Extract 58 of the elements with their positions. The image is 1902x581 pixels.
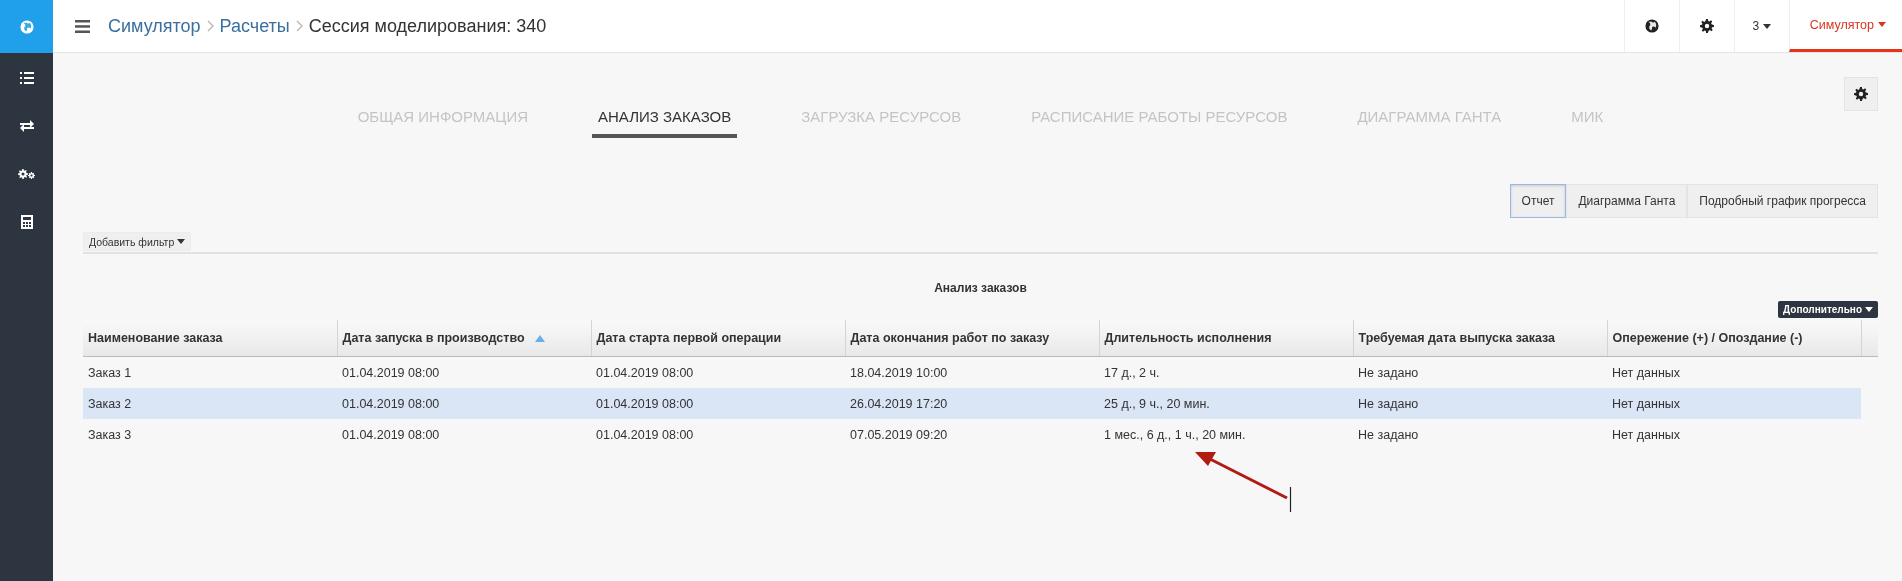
caret-icon xyxy=(1878,22,1886,27)
chevron-icon xyxy=(206,20,214,32)
table-cell: Не задано xyxy=(1353,388,1607,419)
caret-icon xyxy=(1865,307,1873,312)
table-cell: Заказ 1 xyxy=(83,356,337,388)
view-toggle-button[interactable]: Отчет xyxy=(1509,184,1567,218)
page-title: Сессия моделирования: 340 xyxy=(308,15,547,37)
table-cell: Нет данных xyxy=(1607,356,1861,388)
table-cell: 01.04.2019 08:00 xyxy=(591,388,845,419)
column-header[interactable]: Дата запуска в производство xyxy=(337,320,591,357)
caret-icon xyxy=(1763,23,1772,29)
table-cell: 01.04.2019 08:00 xyxy=(591,419,845,450)
report-title: Анализ заказов xyxy=(933,281,1028,295)
gear-icon[interactable] xyxy=(28,172,35,179)
table-cell: 07.05.2019 09:20 xyxy=(845,419,1099,450)
menu-icon[interactable] xyxy=(75,19,90,33)
counter-dropdown[interactable]: 3 xyxy=(1733,0,1789,52)
view-toggle-button[interactable]: Диаграмма Ганта xyxy=(1566,184,1688,218)
view-toggle-button[interactable]: Подробный график прогресса xyxy=(1687,184,1878,218)
table-cell: Нет данных xyxy=(1607,388,1861,419)
more-dropdown[interactable]: Дополнительно xyxy=(1778,301,1878,318)
calculator-icon[interactable] xyxy=(20,215,33,229)
table-cell: Нет данных xyxy=(1607,419,1861,450)
tab[interactable]: АНАЛИЗ ЗАКАЗОВ xyxy=(592,107,738,138)
table-cell: 01.04.2019 08:00 xyxy=(337,419,591,450)
gears-icon[interactable] xyxy=(18,169,35,179)
settings-button[interactable] xyxy=(1844,77,1878,111)
table-cell: Заказ 2 xyxy=(83,388,337,419)
column-header[interactable]: Наименование заказа xyxy=(83,320,337,357)
table-cell: 17 д., 2 ч. xyxy=(1099,356,1353,388)
table-cell: Не задано xyxy=(1353,356,1607,388)
column-header[interactable]: Опережение (+) / Опоздание (-) xyxy=(1607,320,1861,357)
table-cell: 01.04.2019 08:00 xyxy=(591,356,845,388)
table-cell: 01.04.2019 08:00 xyxy=(337,356,591,388)
table-cell: 26.04.2019 17:20 xyxy=(845,388,1099,419)
table-cell: 25 д., 9 ч., 20 мин. xyxy=(1099,388,1353,419)
settings-icon[interactable] xyxy=(1699,19,1714,33)
globe-icon[interactable] xyxy=(1644,19,1659,33)
breadcrumb-link[interactable]: Расчеты xyxy=(219,15,290,37)
settings-icon[interactable] xyxy=(1854,87,1868,101)
text-cursor xyxy=(1289,486,1292,513)
list-icon[interactable] xyxy=(19,72,34,84)
user-menu[interactable]: Симулятор xyxy=(1788,0,1902,52)
column-header[interactable]: Дата окончания работ по заказу xyxy=(845,320,1099,357)
column-header[interactable]: Длительность исполнения xyxy=(1099,320,1353,357)
table-cell: Заказ 3 xyxy=(83,419,337,450)
add-filter-button[interactable]: Добавить фильтр xyxy=(83,232,192,251)
table-cell: Не задано xyxy=(1353,419,1607,450)
gear-icon[interactable] xyxy=(18,169,28,179)
table-cell: 18.04.2019 10:00 xyxy=(845,356,1099,388)
breadcrumb-link[interactable]: Симулятор xyxy=(108,15,201,37)
column-header[interactable]: Дата старта первой операции xyxy=(591,320,845,357)
exchange-icon[interactable] xyxy=(19,120,34,132)
table-cell: 01.04.2019 08:00 xyxy=(337,388,591,419)
caret-icon xyxy=(177,239,186,244)
column-header[interactable]: Требуемая дата выпуска заказа xyxy=(1353,320,1607,357)
chevron-icon xyxy=(295,20,303,32)
table-cell: 1 мес., 6 д., 1 ч., 20 мин. xyxy=(1099,419,1353,450)
